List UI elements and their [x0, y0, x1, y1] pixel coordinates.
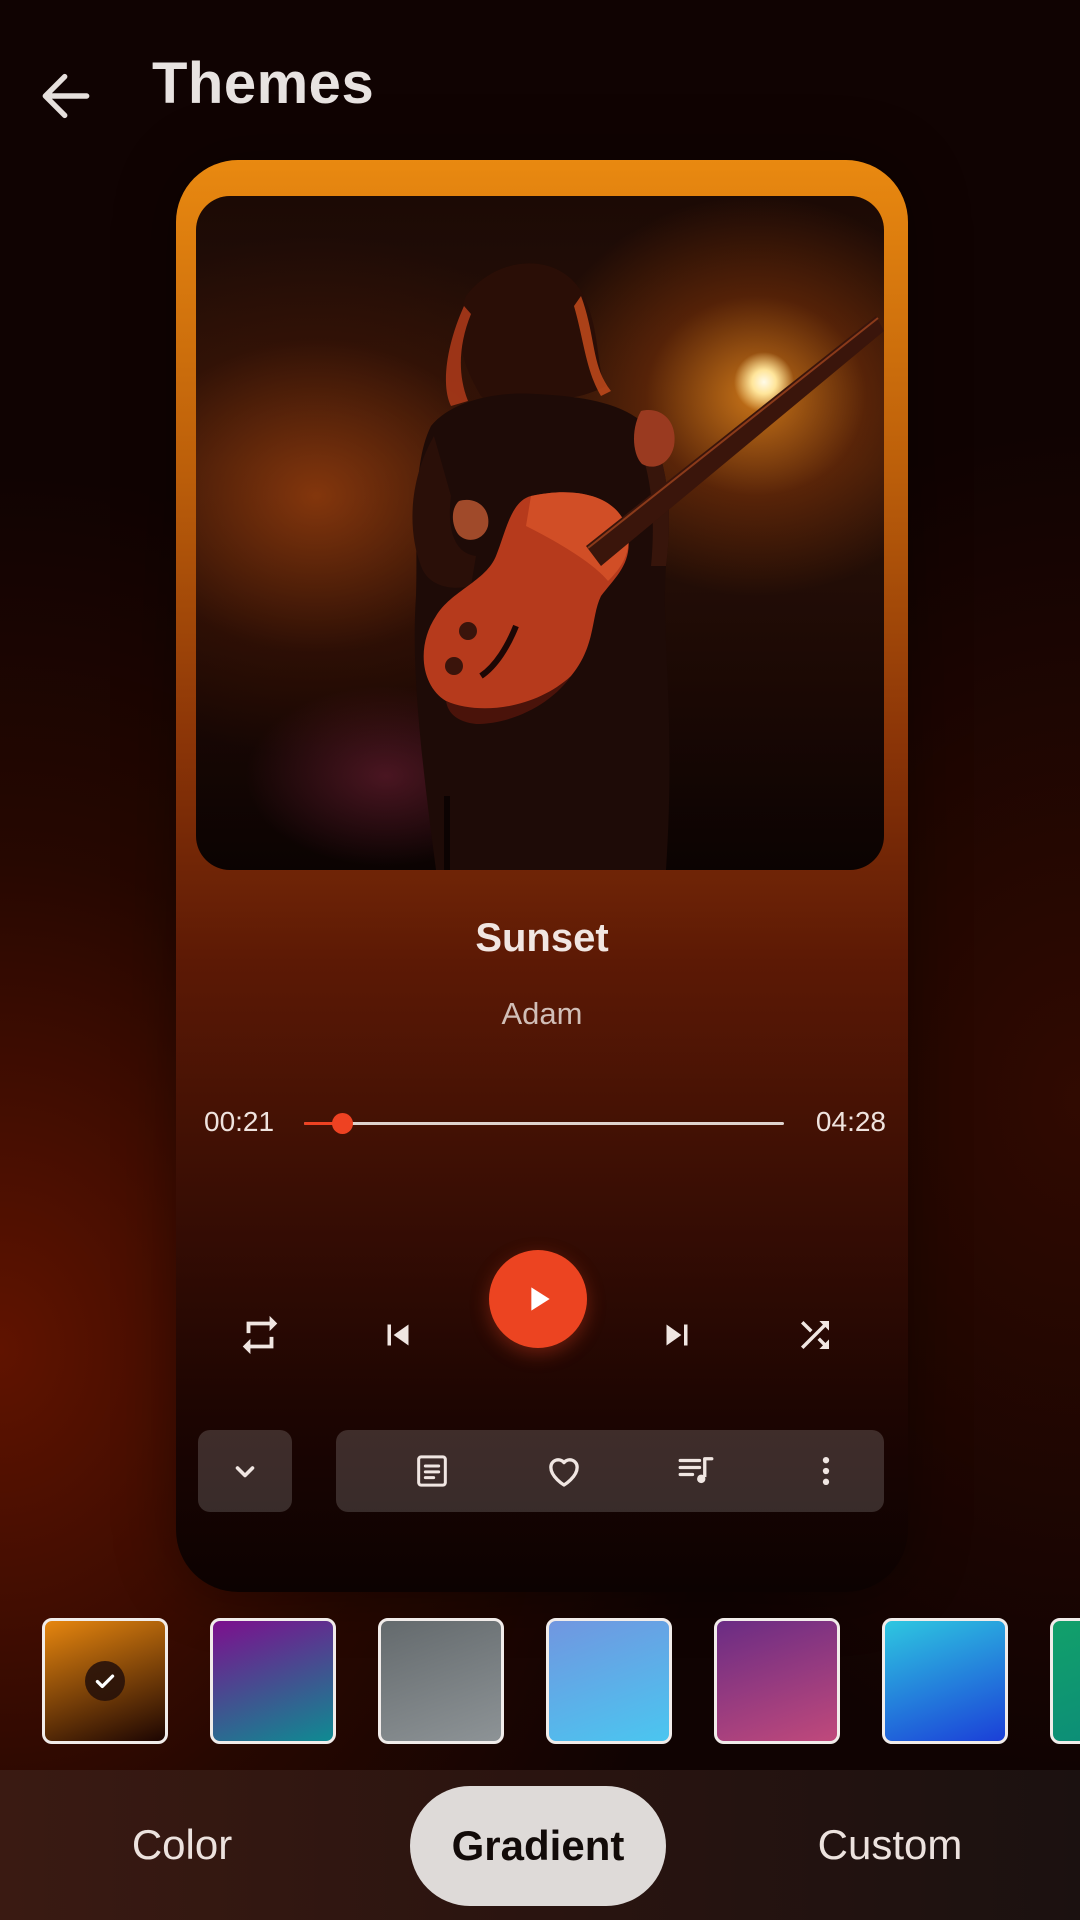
heart-icon — [549, 1458, 579, 1487]
back-button[interactable] — [28, 58, 104, 134]
action-bar — [336, 1430, 884, 1512]
lyrics-button[interactable] — [392, 1430, 472, 1512]
guitarist-photo — [412, 263, 884, 870]
shuffle-button[interactable] — [780, 1300, 850, 1370]
queue-button[interactable] — [656, 1430, 736, 1512]
swatch-green-teal[interactable] — [1050, 1618, 1080, 1744]
chevron-down-icon — [235, 1466, 255, 1478]
swatch-purple-teal[interactable] — [210, 1618, 336, 1744]
favorite-button[interactable] — [524, 1430, 604, 1512]
song-title: Sunset — [475, 916, 609, 960]
swatch-gray[interactable] — [378, 1618, 504, 1744]
more-button[interactable] — [786, 1430, 866, 1512]
playlist-icon — [678, 1457, 714, 1484]
arrow-left-icon — [42, 73, 90, 119]
tab-custom[interactable]: Custom — [790, 1770, 990, 1920]
current-time: 00:21 — [204, 1106, 275, 1137]
seek-bar-thumb[interactable] — [332, 1113, 354, 1134]
gradient-swatch-list — [0, 1618, 1080, 1754]
skip-next-icon — [666, 1324, 688, 1346]
album-art — [196, 196, 884, 870]
lyrics-icon — [417, 1455, 447, 1487]
repeat-button[interactable] — [225, 1300, 295, 1370]
page-title: Themes — [152, 51, 375, 116]
next-button[interactable] — [642, 1300, 712, 1370]
play-button[interactable] — [489, 1250, 587, 1348]
tab-color[interactable]: Color — [82, 1770, 282, 1920]
swatch-cyan-blue[interactable] — [882, 1618, 1008, 1744]
total-time: 04:28 — [815, 1106, 886, 1137]
repeat-icon — [242, 1315, 278, 1355]
collapse-button[interactable] — [198, 1430, 292, 1512]
more-vertical-icon — [822, 1457, 830, 1485]
song-artist: Adam — [501, 996, 583, 1031]
theme-type-tabs: Color Gradient Custom — [0, 1770, 1080, 1920]
previous-button[interactable] — [363, 1300, 433, 1370]
tab-gradient[interactable]: Gradient — [410, 1786, 666, 1906]
swatch-purple-pink[interactable] — [714, 1618, 840, 1744]
play-icon — [531, 1287, 550, 1311]
check-icon — [85, 1661, 125, 1701]
shuffle-icon — [801, 1321, 829, 1349]
swatch-orange-dark[interactable] — [42, 1618, 168, 1744]
seek-bar[interactable] — [304, 1113, 784, 1134]
player-preview-card: Sunset Adam 00:21 04:28 — [176, 160, 908, 1592]
swatch-sky-blue[interactable] — [546, 1618, 672, 1744]
top-app-bar: Themes — [0, 0, 1080, 180]
skip-previous-icon — [387, 1324, 409, 1346]
